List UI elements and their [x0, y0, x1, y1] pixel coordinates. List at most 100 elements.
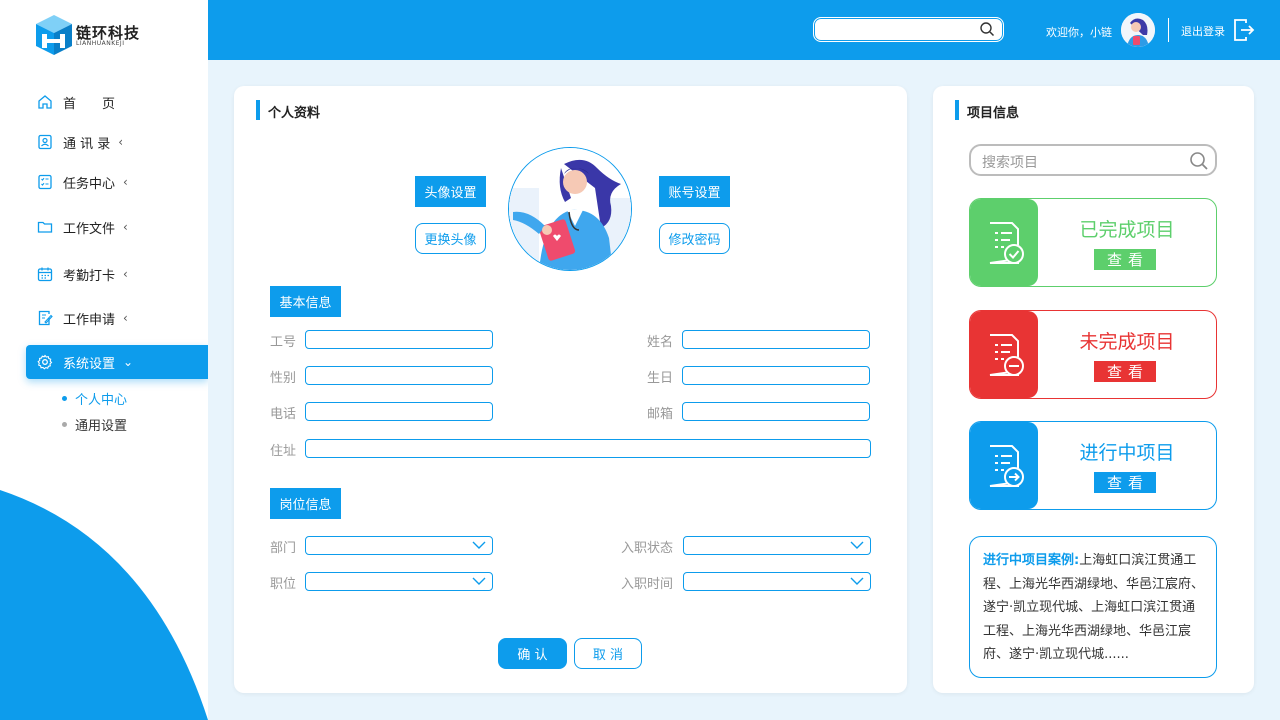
chevron-down-icon: [850, 541, 864, 549]
sidebar-item-label: 系统设置: [63, 356, 116, 372]
header-divider: [1168, 18, 1169, 42]
sidebar-item-attendance[interactable]: 考勤打卡 ‹: [26, 257, 208, 291]
view-incomplete-button[interactable]: 查看: [1094, 361, 1156, 382]
cases-text: 上海虹口滨江贯通工程、上海光华西湖绿地、华邑江宸府、遂宁·凯立现代城、上海虹口滨…: [983, 553, 1205, 662]
phone-input[interactable]: [305, 402, 493, 421]
search-placeholder: 搜索项目: [982, 155, 1038, 171]
bullet-dot: [62, 396, 67, 401]
gender-input[interactable]: [305, 366, 493, 385]
in-progress-projects-card: 进行中项目 查看: [969, 421, 1217, 510]
birthday-input[interactable]: [682, 366, 870, 385]
cases-title: 进行中项目案例:: [983, 553, 1080, 568]
in-progress-cases-box: 进行中项目案例:上海虹口滨江贯通工程、上海光华西湖绿地、华邑江宸府、遂宁·凯立现…: [969, 536, 1217, 678]
phone-label: 电话: [270, 407, 297, 422]
sidebar-item-label: 任务中心: [63, 176, 116, 192]
header-search-input[interactable]: [813, 17, 1004, 42]
sidebar-item-label: 通 讯 录: [63, 136, 111, 152]
cancel-button[interactable]: 取 消: [574, 638, 642, 669]
name-input[interactable]: [682, 330, 870, 349]
welcome-text: 欢迎你，小链: [1046, 26, 1112, 39]
top-header: 欢迎你，小链 退出登录: [208, 0, 1280, 60]
sidebar-subitem-general-settings[interactable]: 通用设置: [62, 415, 127, 434]
basic-info-tag: 基本信息: [270, 286, 341, 317]
address-label: 住址: [270, 444, 297, 459]
account-settings-tab[interactable]: 账号设置: [659, 176, 730, 207]
completed-doc-icon: [970, 199, 1038, 286]
emp-id-input[interactable]: [305, 330, 493, 349]
calendar-icon: [37, 267, 53, 282]
sidebar-item-settings[interactable]: 系统设置 ⌄: [26, 345, 208, 379]
folder-icon: [37, 221, 53, 233]
profile-panel: 个人资料 头像设置 更换头像 账号设置 修改密码 基本信息 工号 姓名 性别 生…: [234, 86, 907, 693]
chevron-left-icon: ‹: [123, 175, 128, 189]
projects-panel: 项目信息 搜索项目 已完成项目 查看 未完成项目 查看 进行中项目 查看 进行中…: [933, 86, 1254, 693]
status-label: 入职状态: [621, 541, 674, 556]
gender-label: 性别: [270, 371, 297, 386]
department-select[interactable]: [305, 536, 493, 555]
change-password-button[interactable]: 修改密码: [659, 223, 730, 254]
sidebar-item-label: 工作文件: [63, 221, 116, 237]
logout-icon[interactable]: [1233, 18, 1255, 42]
search-icon[interactable]: [979, 21, 995, 37]
sidebar-subitem-label: 个人中心: [75, 393, 128, 408]
position-select[interactable]: [305, 572, 493, 591]
sidebar: 链环科技 LIANHUANKEJI 首 页 通 讯 录 ‹ 任务中心 ‹ 工作文…: [0, 0, 208, 720]
home-icon: [38, 95, 52, 109]
search-icon[interactable]: [1189, 151, 1209, 171]
chevron-left-icon: ‹: [123, 267, 128, 281]
chevron-left-icon: ‹: [123, 220, 128, 234]
confirm-button[interactable]: 确 认: [498, 638, 567, 669]
avatar-illustration: [1121, 13, 1155, 47]
chevron-down-icon: ⌄: [123, 355, 134, 369]
department-label: 部门: [270, 541, 297, 556]
entry-date-label: 入职时间: [621, 577, 674, 592]
sidebar-subitem-label: 通用设置: [75, 419, 128, 434]
sidebar-item-label: 工作申请: [63, 312, 116, 328]
position-label: 职位: [270, 577, 297, 592]
emp-id-label: 工号: [270, 335, 297, 350]
edit-document-icon: [38, 310, 53, 326]
in-progress-doc-icon: [970, 422, 1038, 509]
profile-avatar: [508, 147, 632, 271]
sidebar-item-label: 首 页: [63, 96, 116, 112]
bullet-dot: [62, 422, 67, 427]
sidebar-item-requests[interactable]: 工作申请 ‹: [26, 301, 208, 335]
sidebar-item-home[interactable]: 首 页: [26, 85, 208, 119]
view-completed-button[interactable]: 查看: [1094, 249, 1156, 270]
avatar-illustration: [509, 148, 631, 270]
panel-title: 个人资料: [256, 100, 320, 121]
avatar-settings-tab[interactable]: 头像设置: [415, 176, 486, 207]
user-avatar[interactable]: [1121, 13, 1155, 47]
sidebar-item-files[interactable]: 工作文件 ‹: [26, 210, 208, 244]
address-input[interactable]: [305, 439, 871, 458]
view-in-progress-button[interactable]: 查看: [1094, 472, 1156, 493]
card-title: 未完成项目: [1079, 331, 1175, 353]
logout-button[interactable]: 退出登录: [1181, 23, 1225, 39]
sidebar-item-contacts[interactable]: 通 讯 录 ‹: [26, 125, 208, 159]
completed-projects-card: 已完成项目 查看: [969, 198, 1217, 287]
panel-title: 项目信息: [955, 100, 1019, 121]
task-list-icon: [38, 174, 52, 190]
sidebar-item-label: 考勤打卡: [63, 268, 116, 284]
card-title: 已完成项目: [1079, 219, 1175, 241]
incomplete-projects-card: 未完成项目 查看: [969, 310, 1217, 399]
job-info-tag: 岗位信息: [270, 488, 341, 519]
entry-date-select[interactable]: [683, 572, 871, 591]
project-search-input[interactable]: 搜索项目: [969, 144, 1217, 176]
chevron-down-icon: [472, 541, 486, 549]
card-title: 进行中项目: [1079, 442, 1175, 464]
chevron-left-icon: ‹: [123, 311, 128, 325]
brand-subtitle: LIANHUANKEJI: [76, 40, 125, 47]
change-avatar-button[interactable]: 更换头像: [415, 223, 486, 254]
chevron-down-icon: [850, 577, 864, 585]
sidebar-subitem-personal-center[interactable]: 个人中心: [62, 389, 127, 408]
gear-icon: [37, 354, 53, 370]
chevron-down-icon: [472, 577, 486, 585]
sidebar-item-tasks[interactable]: 任务中心 ‹: [26, 165, 208, 199]
chevron-left-icon: ‹: [118, 135, 124, 149]
email-input[interactable]: [682, 402, 870, 421]
birthday-label: 生日: [647, 371, 674, 386]
status-select[interactable]: [683, 536, 871, 555]
contacts-icon: [38, 134, 52, 150]
incomplete-doc-icon: [970, 311, 1038, 398]
